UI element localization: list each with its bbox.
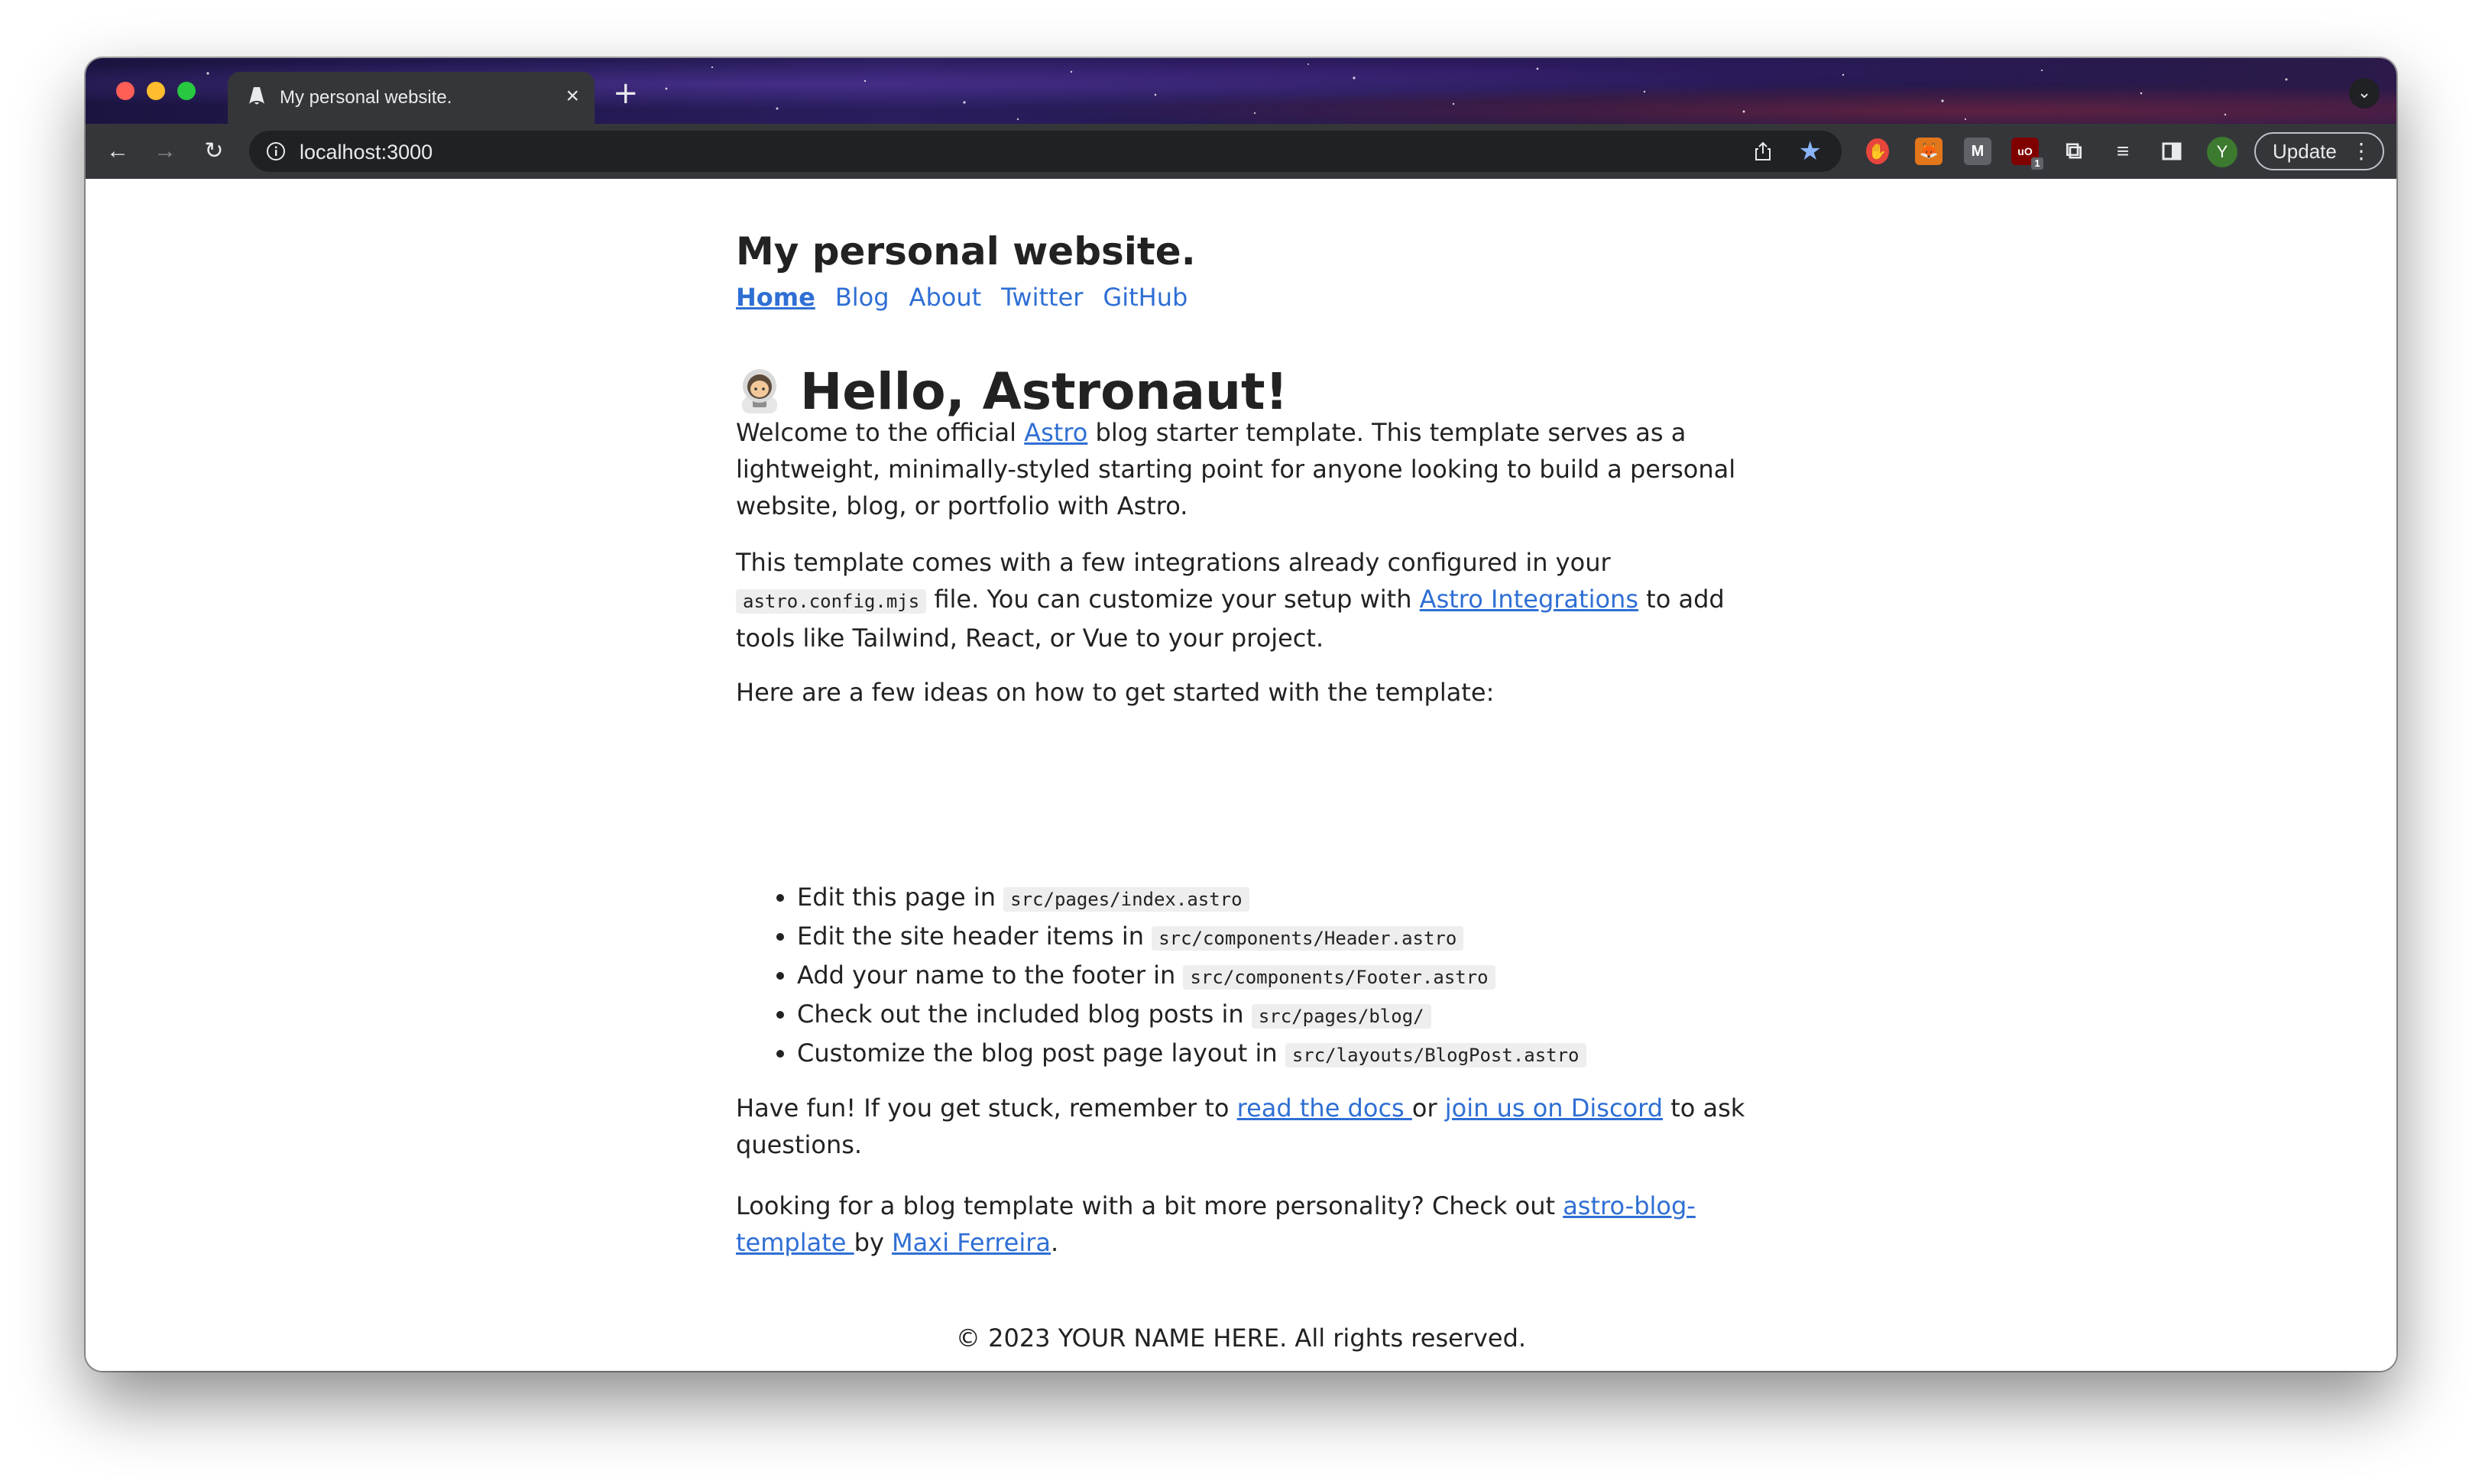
url-text[interactable]: localhost:3000 [300, 141, 433, 164]
text: Customize the blog post page layout in [797, 1038, 1285, 1068]
text: file. You can customize your setup with [926, 585, 1420, 614]
window-minimize-button[interactable] [147, 82, 165, 100]
path-code: src/layouts/BlogPost.astro [1285, 1043, 1586, 1068]
extensions-puzzle-icon[interactable]: ⧉ [2060, 138, 2088, 165]
window-close-button[interactable] [116, 82, 134, 100]
text: This template comes with a few integrati… [736, 548, 1611, 577]
side-panel-icon[interactable] [2158, 138, 2186, 165]
nav-link-blog[interactable]: Blog [835, 283, 889, 312]
path-code: src/pages/blog/ [1251, 1004, 1431, 1029]
page-heading: Hello, Astronaut! [736, 362, 1288, 421]
text: Check out the included blog posts in [797, 1000, 1252, 1029]
text: Welcome to the official [736, 418, 1025, 447]
update-button[interactable]: Update ⋮ [2254, 132, 2384, 170]
config-file-code: astro.config.mjs [736, 589, 927, 614]
list-item: Edit the site header items in src/compon… [797, 918, 1752, 957]
intro-paragraph: Welcome to the official Astro blog start… [736, 414, 1752, 524]
tab-title: My personal website. [280, 87, 452, 108]
discord-link[interactable]: join us on Discord [1445, 1094, 1663, 1123]
nav-link-home[interactable]: Home [736, 283, 815, 312]
list-item: Check out the included blog posts in src… [797, 996, 1752, 1035]
back-arrow-icon[interactable]: ← [101, 134, 134, 168]
site-footer: © 2023 YOUR NAME HERE. All rights reserv… [955, 1324, 1527, 1353]
tab-bar: My personal website. × + ⌄ [86, 58, 2396, 124]
list-item: Customize the blog post page layout in s… [797, 1035, 1752, 1074]
browser-window: My personal website. × + ⌄ ← → ↻ localho… [86, 58, 2396, 1371]
media-control-icon[interactable]: ≡ [2109, 138, 2137, 165]
text: Looking for a blog template with a bit m… [736, 1191, 1563, 1220]
profile-avatar[interactable]: Y [2207, 137, 2237, 167]
site-nav: Home Blog About Twitter GitHub [736, 283, 1207, 312]
address-bar[interactable]: localhost:3000 ★ [249, 131, 1842, 172]
help-paragraph: Have fun! If you get stuck, remember to … [736, 1090, 1752, 1163]
list-item: Add your name to the footer in src/compo… [797, 957, 1752, 996]
site-info-icon[interactable] [266, 141, 286, 161]
bookmark-star-icon[interactable]: ★ [1799, 137, 1822, 166]
ideas-intro-paragraph: Here are a few ideas on how to get start… [736, 678, 1495, 707]
nav-link-about[interactable]: About [909, 283, 982, 312]
extension-badge: 1 [2031, 157, 2043, 170]
reload-icon[interactable]: ↻ [197, 134, 231, 168]
text: or [1411, 1094, 1445, 1123]
tab-active[interactable]: My personal website. × [228, 72, 595, 124]
metamask-fox-icon[interactable]: 🦊 [1915, 138, 1943, 165]
path-code: src/components/Header.astro [1152, 926, 1464, 951]
window-maximize-button[interactable] [177, 82, 196, 100]
tab-close-icon[interactable]: × [565, 83, 579, 110]
text: by [854, 1228, 893, 1257]
astronaut-emoji-icon [742, 369, 777, 413]
shield-extension-icon[interactable]: ✋ [1866, 138, 1889, 164]
maxi-ferreira-link[interactable]: Maxi Ferreira [892, 1228, 1051, 1257]
nav-link-github[interactable]: GitHub [1103, 283, 1188, 312]
integrations-paragraph: This template comes with a few integrati… [736, 544, 1752, 656]
list-item: Edit this page in src/pages/index.astro [797, 879, 1752, 918]
text: Edit the site header items in [797, 922, 1152, 951]
share-icon[interactable] [1751, 140, 1774, 163]
astro-favicon-icon [249, 87, 264, 105]
read-docs-link[interactable]: read the docs [1237, 1094, 1412, 1123]
ublock-extension-icon[interactable]: uO 1 [2011, 138, 2043, 170]
text: . [1051, 1228, 1059, 1257]
nav-link-twitter[interactable]: Twitter [1001, 283, 1083, 312]
web-page: My personal website. Home Blog About Twitte… [86, 179, 2396, 1371]
forward-arrow-icon[interactable]: → [148, 134, 182, 168]
ublock-label: uO [2017, 145, 2033, 157]
tab-search-chevron-icon[interactable]: ⌄ [2349, 78, 2380, 109]
update-label: Update [2273, 140, 2337, 163]
template-paragraph: Looking for a blog template with a bit m… [736, 1188, 1752, 1261]
text: Edit this page in [797, 883, 1004, 912]
astro-integrations-link[interactable]: Astro Integrations [1420, 585, 1638, 614]
path-code: src/pages/index.astro [1003, 887, 1249, 912]
browser-toolbar: ← → ↻ localhost:3000 ★ ✋ 🦊 M uO 1 ⧉ ≡ Y … [86, 124, 2396, 179]
m-extension-icon[interactable]: M [1964, 138, 1991, 165]
site-title: My personal website. [736, 229, 1196, 274]
ideas-list: Edit this page in src/pages/index.astro … [736, 879, 1752, 1074]
text: Have fun! If you get stuck, remember to [736, 1094, 1237, 1123]
heading-text: Hello, Astronaut! [800, 362, 1288, 421]
more-menu-icon: ⋮ [2351, 139, 2372, 163]
astro-link[interactable]: Astro [1024, 418, 1087, 447]
path-code: src/components/Footer.astro [1183, 965, 1495, 990]
new-tab-button[interactable]: + [613, 78, 639, 109]
text: Add your name to the footer in [797, 961, 1184, 990]
